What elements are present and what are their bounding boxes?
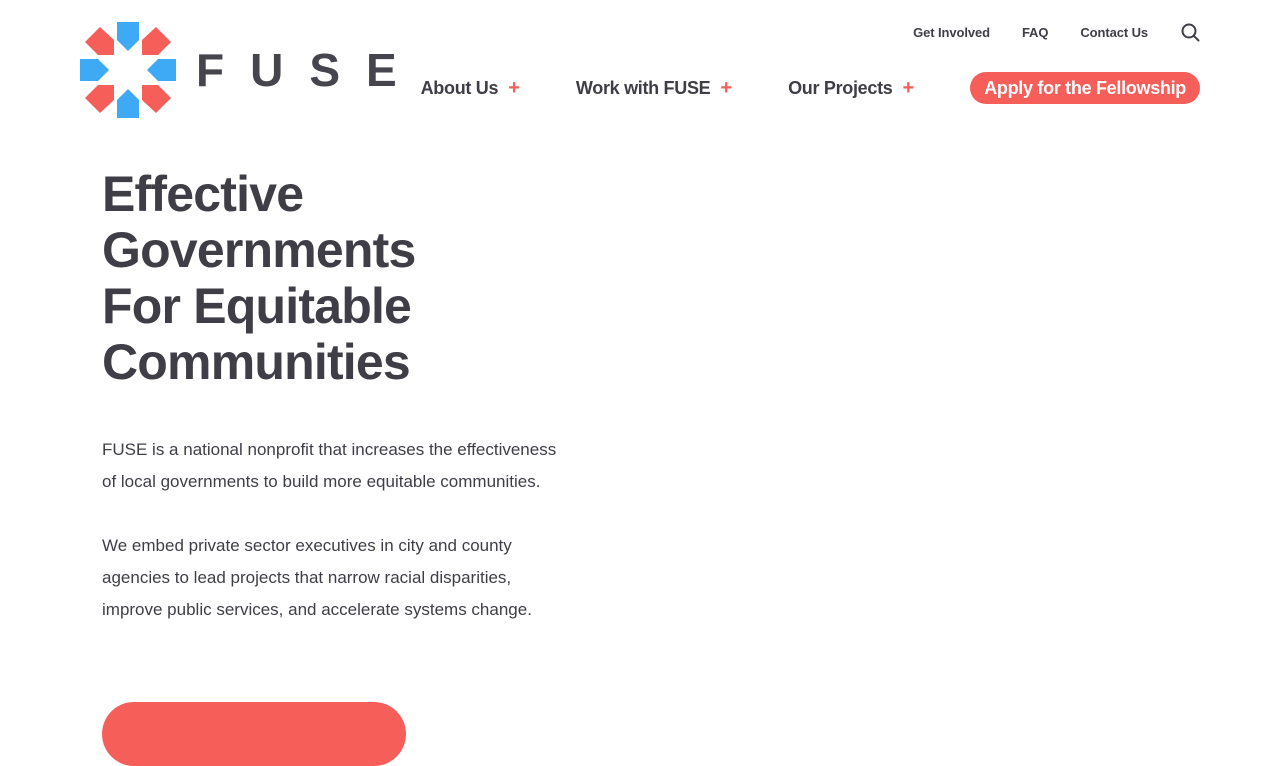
nav-item-our-projects[interactable]: Our Projects +	[788, 78, 914, 99]
nav-item-label: About Us	[420, 77, 499, 98]
hero-title-line: For Equitable	[102, 278, 412, 334]
logo-wordmark: FUSE	[196, 44, 423, 96]
hero-title-line: Communities	[102, 334, 411, 390]
site-header: FUSE Get Involved FAQ Contact Us About U…	[0, 0, 1280, 140]
hero-cta-button[interactable]	[102, 702, 406, 766]
hero-title-line: Effective	[102, 166, 304, 222]
hero-intro-paragraph: FUSE is a national nonprofit that increa…	[102, 440, 557, 491]
hero-title: Effective Governments For Equitable Comm…	[102, 166, 572, 390]
hero-title-line: Governments	[102, 222, 416, 278]
nav-item-work-with-fuse[interactable]: Work with FUSE +	[576, 78, 732, 99]
apply-fellowship-button[interactable]: Apply for the Fellowship	[970, 72, 1200, 104]
search-button[interactable]	[1180, 22, 1200, 42]
utility-link-get-involved[interactable]: Get Involved	[913, 25, 990, 40]
search-icon	[1181, 23, 1199, 41]
utility-link-contact-us[interactable]: Contact Us	[1080, 25, 1148, 40]
utility-link-faq[interactable]: FAQ	[1022, 25, 1049, 40]
nav-item-label: Work with FUSE	[575, 77, 711, 98]
nav-item-about-us[interactable]: About Us +	[421, 78, 520, 99]
plus-icon: +	[902, 77, 915, 99]
plus-icon: +	[508, 77, 520, 99]
hero-section: Effective Governments For Equitable Comm…	[102, 166, 572, 626]
logo[interactable]: FUSE	[80, 22, 423, 118]
plus-icon: +	[720, 77, 733, 99]
main-nav: About Us + Work with FUSE + Our Projects…	[421, 72, 1200, 104]
hero-detail-paragraph: We embed private sector executives in ci…	[102, 536, 532, 619]
fuse-logo-mark	[80, 22, 176, 118]
nav-item-label: Our Projects	[788, 77, 893, 98]
utility-nav: Get Involved FAQ Contact Us	[881, 22, 1200, 42]
